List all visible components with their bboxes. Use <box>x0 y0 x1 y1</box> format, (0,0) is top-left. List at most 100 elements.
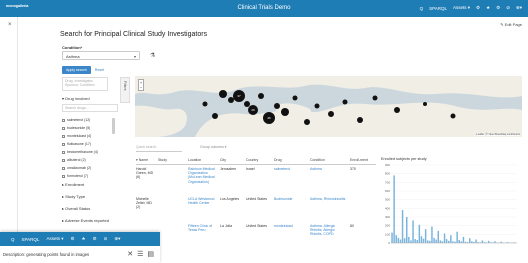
settings-icon[interactable]: ⚙ <box>476 5 480 11</box>
chart-bar[interactable] <box>471 241 473 243</box>
chart-bar[interactable] <box>439 240 442 243</box>
col-enrollment[interactable]: Enroll-ment <box>350 156 376 165</box>
checkbox[interactable] <box>62 174 65 178</box>
add-menu-icon[interactable]: ⊕▾ <box>516 5 522 11</box>
checkbox[interactable] <box>62 166 65 170</box>
chart-bar[interactable] <box>487 240 490 243</box>
chart-bar[interactable] <box>418 224 421 243</box>
chart-bar[interactable] <box>391 232 393 243</box>
user-icon[interactable]: ⊘ <box>104 236 108 242</box>
chart-bar[interactable] <box>422 238 425 243</box>
chart-bar[interactable] <box>458 239 460 243</box>
chart-bar[interactable] <box>416 239 418 243</box>
chart-bar[interactable] <box>452 241 454 243</box>
close-icon[interactable]: ✕ <box>127 250 133 258</box>
chart-bar[interactable] <box>437 230 439 243</box>
chart-bar[interactable] <box>427 240 429 243</box>
group-columns-select[interactable]: Group columns ▾ <box>200 145 226 149</box>
chart-bar[interactable] <box>475 239 477 243</box>
sparql-link[interactable]: SPARQL <box>22 237 40 242</box>
chart-bar[interactable] <box>441 241 444 243</box>
drug-cell[interactable]: montelukast <box>274 224 310 237</box>
chart-bar[interactable] <box>469 238 471 243</box>
drug-cell[interactable]: Budesonide <box>274 197 310 210</box>
quick-search-input[interactable]: Quick search <box>136 145 182 152</box>
table-row[interactable]: Harold Green, MD (6) Rainbow Medical Org… <box>136 167 376 184</box>
chart-bar[interactable] <box>408 236 410 243</box>
keyword-search-input[interactable]: Drug, Investigator, Sponsor, Condition <box>62 77 108 91</box>
col-name[interactable]: ▾ Name <box>136 156 158 165</box>
condition-select[interactable]: Asthma ▾ <box>62 51 140 60</box>
chart-bar[interactable] <box>481 240 484 243</box>
drug-cell[interactable]: salmeterol <box>274 167 310 184</box>
settings-icon[interactable]: ⚙ <box>70 236 74 242</box>
chart-bar[interactable] <box>443 233 446 243</box>
checkbox[interactable] <box>62 158 65 162</box>
checkbox[interactable] <box>62 134 65 138</box>
reset-button[interactable]: Reset <box>95 68 104 72</box>
chart-bar[interactable] <box>401 210 404 243</box>
chart-bar[interactable] <box>410 240 412 243</box>
name-cell[interactable]: Michelle Zeller, MD (2) <box>136 197 158 210</box>
chart-bar[interactable] <box>456 231 458 243</box>
zoom-out-button[interactable]: − <box>139 85 143 90</box>
location-cell[interactable]: Fifteen Clinic of Texas Peru <box>188 224 220 237</box>
chart-bar[interactable] <box>393 175 395 243</box>
overall-status-filter[interactable]: ▸ Overall Status <box>62 206 90 211</box>
name-cell[interactable]: Harold Green, MD (6) <box>136 167 158 184</box>
chart-bar[interactable] <box>395 235 397 243</box>
chart-bar[interactable] <box>433 237 435 243</box>
condition-cell[interactable]: Asthma <box>310 167 350 184</box>
list-item[interactable]: omalizumab (2) <box>62 164 120 172</box>
col-drug[interactable]: Drug <box>274 156 310 165</box>
col-study[interactable]: Study <box>158 156 188 165</box>
table-row[interactable]: Michelle Zeller, MD (2) UCLA Westwood He… <box>136 197 376 210</box>
search-icon[interactable]: Q <box>420 6 424 11</box>
filters-tab[interactable]: Filters <box>120 77 130 103</box>
adverse-events-filter[interactable]: ▸ Adverse Events reported <box>62 218 109 223</box>
chart-bar[interactable] <box>397 237 400 243</box>
chart-bar[interactable] <box>412 220 414 243</box>
chart-bar[interactable] <box>494 241 496 243</box>
checkbox[interactable] <box>62 126 65 130</box>
search-icon[interactable]: Q <box>11 237 15 242</box>
apply-search-button[interactable]: Apply search <box>62 66 91 74</box>
chart-bar[interactable] <box>448 240 450 243</box>
checkbox[interactable] <box>62 118 65 122</box>
checkbox[interactable] <box>62 142 65 146</box>
chart-bar[interactable] <box>403 238 406 243</box>
condition-cell[interactable]: Asthma, Rhinosinusitis <box>310 197 350 210</box>
chart-bar[interactable] <box>460 241 463 243</box>
col-city[interactable]: City <box>220 156 246 165</box>
location-cell[interactable]: UCLA Westwood Health Center <box>188 197 220 210</box>
enrollment-filter[interactable]: ▸ Enrollment <box>62 182 84 187</box>
star-icon[interactable]: ★ <box>486 5 490 11</box>
map[interactable]: 37 46 20 + − Leaflet | © OpenStreetMap c… <box>135 76 522 137</box>
gear-icon[interactable]: ⚙ <box>93 236 97 242</box>
checkbox[interactable] <box>62 150 65 154</box>
chart-bar[interactable] <box>462 236 465 243</box>
list-item[interactable]: fluticasone (17) <box>62 140 120 148</box>
chart-bar[interactable] <box>429 240 431 243</box>
star-icon[interactable]: ★ <box>82 236 86 242</box>
chart-bar[interactable] <box>445 239 448 243</box>
chart-bar[interactable] <box>431 226 433 243</box>
document-icon[interactable]: ▤ <box>147 250 154 258</box>
add-menu-icon[interactable]: ⊕▾ <box>114 236 120 242</box>
hierarchy-icon[interactable]: ⚗ <box>150 52 155 59</box>
chart-bar[interactable] <box>450 235 452 243</box>
assets-menu[interactable]: Assets ▾ <box>453 5 470 11</box>
location-cell[interactable]: Rainbow Medical Organization (McLean Med… <box>188 167 220 184</box>
col-country[interactable]: Country <box>246 156 274 165</box>
drug-search-input[interactable]: Search drugs... <box>62 104 118 112</box>
list-item[interactable]: beclomethasone (4) <box>62 148 120 156</box>
chart-bar[interactable] <box>435 239 437 243</box>
drug-filter-header[interactable]: ▾ Drug involved <box>62 96 90 101</box>
list-icon[interactable]: ☰ <box>137 250 143 258</box>
sparql-link[interactable]: SPARQL <box>429 6 447 11</box>
scrollbar[interactable] <box>112 118 115 134</box>
list-item[interactable]: formoterol (7) <box>62 172 120 180</box>
list-item[interactable]: albuterol (2) <box>62 156 120 164</box>
close-icon[interactable]: × <box>8 22 12 28</box>
condition-cell[interactable]: Asthma, Allergic Rhinitis, Allergic Rhin… <box>310 224 350 237</box>
